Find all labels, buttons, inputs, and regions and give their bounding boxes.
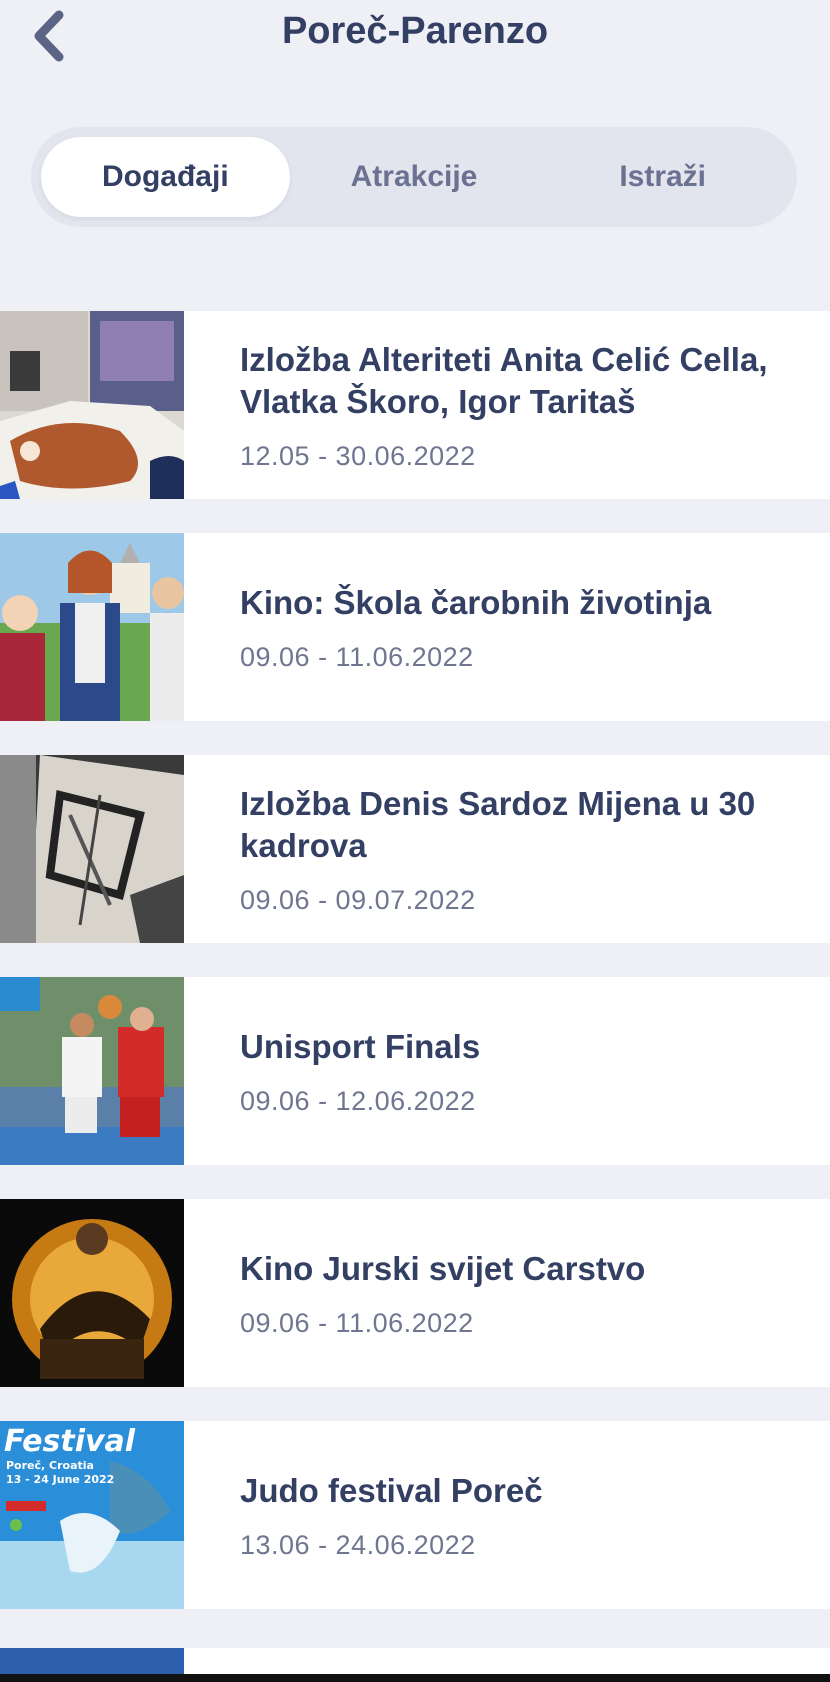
tab-atrakcije[interactable]: Atrakcije [290,137,539,217]
event-card[interactable]: Unisport Finals 09.06 - 12.06.2022 [0,977,830,1165]
judo-poster-dates: 13 - 24 June 2022 [6,1473,114,1486]
event-title: Izložba Denis Sardoz Mijena u 30 kadrova [240,784,756,864]
event-date: 09.06 - 09.07.2022 [240,884,476,915]
bottom-edge [0,1674,830,1682]
event-info: Kino Jurski svijet Carstvo 09.06 - 11.06… [184,1199,830,1387]
tab-istrazi[interactable]: Istraži [538,137,787,217]
event-title: Izložba Alteriteti Anita Celić Cella, Vl… [240,340,768,420]
event-title: Judo festival Poreč [240,1471,543,1509]
event-date: 09.06 - 11.06.2022 [240,1307,474,1338]
event-card[interactable]: Kino Jurski svijet Carstvo 09.06 - 11.06… [0,1199,830,1387]
event-info: Izložba Alteriteti Anita Celić Cella, Vl… [184,311,830,499]
judo-poster-place: Poreč, Croatia [6,1459,94,1472]
event-thumbnail: Festival Poreč, Croatia 13 - 24 June 202… [0,1421,184,1609]
event-card[interactable]: Kino: Škola čarobnih životinja 09.06 - 1… [0,533,830,721]
event-title: Kino: Škola čarobnih životinja [240,583,712,621]
event-info: Judo festival Poreč 13.06 - 24.06.2022 [184,1421,830,1609]
event-info: Kino: Škola čarobnih životinja 09.06 - 1… [184,533,830,721]
event-title: Unisport Finals [240,1027,481,1065]
event-info: Izložba Denis Sardoz Mijena u 30 kadrova… [184,755,830,943]
event-info: Unisport Finals 09.06 - 12.06.2022 [184,977,830,1165]
tab-dogadaji[interactable]: Događaji [41,137,290,217]
event-date: 12.05 - 30.06.2022 [240,440,476,471]
event-thumbnail [0,977,184,1165]
event-date: 13.06 - 24.06.2022 [240,1529,476,1560]
event-list: Izložba Alteriteti Anita Celić Cella, Vl… [0,311,830,1643]
event-thumbnail [0,755,184,943]
event-card[interactable]: Izložba Alteriteti Anita Celić Cella, Vl… [0,311,830,499]
event-thumbnail [0,533,184,721]
page-title: Poreč-Parenzo [281,10,549,52]
event-card[interactable]: Festival Poreč, Croatia 13 - 24 June 202… [0,1421,830,1609]
judo-poster-title: Festival [4,1424,136,1459]
event-date: 09.06 - 11.06.2022 [240,641,474,672]
event-card[interactable]: Izložba Denis Sardoz Mijena u 30 kadrova… [0,755,830,943]
event-title: Kino Jurski svijet Carstvo [240,1249,646,1287]
event-thumbnail [0,1199,184,1387]
header: Poreč-Parenzo [0,0,830,80]
segmented-tabs: Događaji Atrakcije Istraži [31,127,797,227]
event-thumbnail [0,311,184,499]
event-date: 09.06 - 12.06.2022 [240,1085,476,1116]
